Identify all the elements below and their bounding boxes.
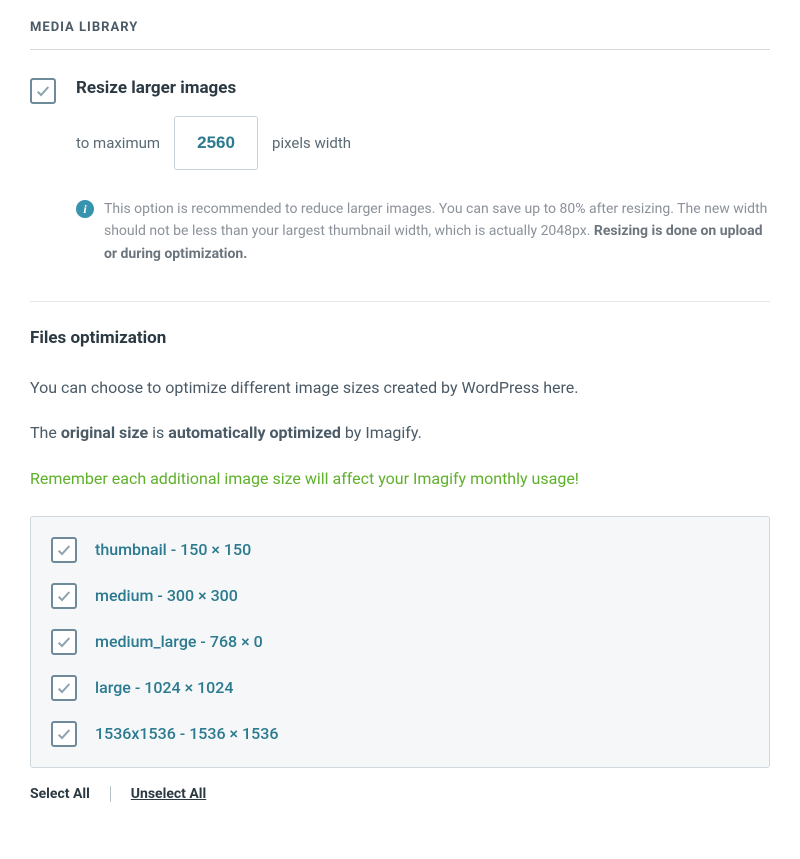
select-all-link[interactable]: Select All (30, 786, 90, 802)
size-checkbox-thumbnail[interactable] (51, 537, 77, 563)
size-label: 1536x1536 - 1536 × 1536 (95, 724, 278, 743)
resize-option-row: Resize larger images to maximum pixels w… (30, 78, 770, 265)
action-divider (110, 786, 111, 802)
size-row-medium-large: medium_large - 768 × 0 (51, 629, 749, 655)
bottom-actions: Select All Unselect All (30, 768, 770, 802)
sizes-panel: thumbnail - 150 × 150 medium - 300 × 300… (30, 516, 770, 768)
check-icon (35, 83, 51, 99)
check-icon (56, 588, 72, 604)
resize-info: i This option is recommended to reduce l… (76, 198, 770, 265)
size-label: large - 1024 × 1024 (95, 678, 233, 697)
size-checkbox-medium-large[interactable] (51, 629, 77, 655)
resize-width-input[interactable] (174, 116, 258, 170)
size-row-1536: 1536x1536 - 1536 × 1536 (51, 721, 749, 747)
check-icon (56, 680, 72, 696)
divider (30, 301, 770, 302)
check-icon (56, 542, 72, 558)
resize-prefix-label: to maximum (76, 134, 160, 152)
section-header: MEDIA LIBRARY (30, 20, 770, 50)
files-optimization-descr2: The original size is automatically optim… (30, 419, 770, 446)
unselect-all-link[interactable]: Unselect All (131, 786, 206, 802)
size-label: thumbnail - 150 × 150 (95, 540, 251, 559)
size-label: medium - 300 × 300 (95, 586, 238, 605)
info-icon: i (76, 200, 94, 218)
resize-title: Resize larger images (76, 78, 770, 98)
size-checkbox-large[interactable] (51, 675, 77, 701)
files-optimization-warning: Remember each additional image size will… (30, 465, 770, 492)
check-icon (56, 634, 72, 650)
resize-suffix-label: pixels width (272, 134, 351, 152)
resize-input-row: to maximum pixels width (76, 116, 770, 170)
size-row-thumbnail: thumbnail - 150 × 150 (51, 537, 749, 563)
size-label: medium_large - 768 × 0 (95, 632, 263, 651)
files-optimization-descr1: You can choose to optimize different ima… (30, 374, 770, 401)
resize-checkbox[interactable] (30, 78, 56, 104)
size-checkbox-medium[interactable] (51, 583, 77, 609)
resize-content: Resize larger images to maximum pixels w… (76, 78, 770, 265)
size-row-medium: medium - 300 × 300 (51, 583, 749, 609)
size-checkbox-1536[interactable] (51, 721, 77, 747)
files-optimization-title: Files optimization (30, 328, 770, 348)
size-row-large: large - 1024 × 1024 (51, 675, 749, 701)
resize-info-text: This option is recommended to reduce lar… (104, 198, 770, 265)
check-icon (56, 726, 72, 742)
